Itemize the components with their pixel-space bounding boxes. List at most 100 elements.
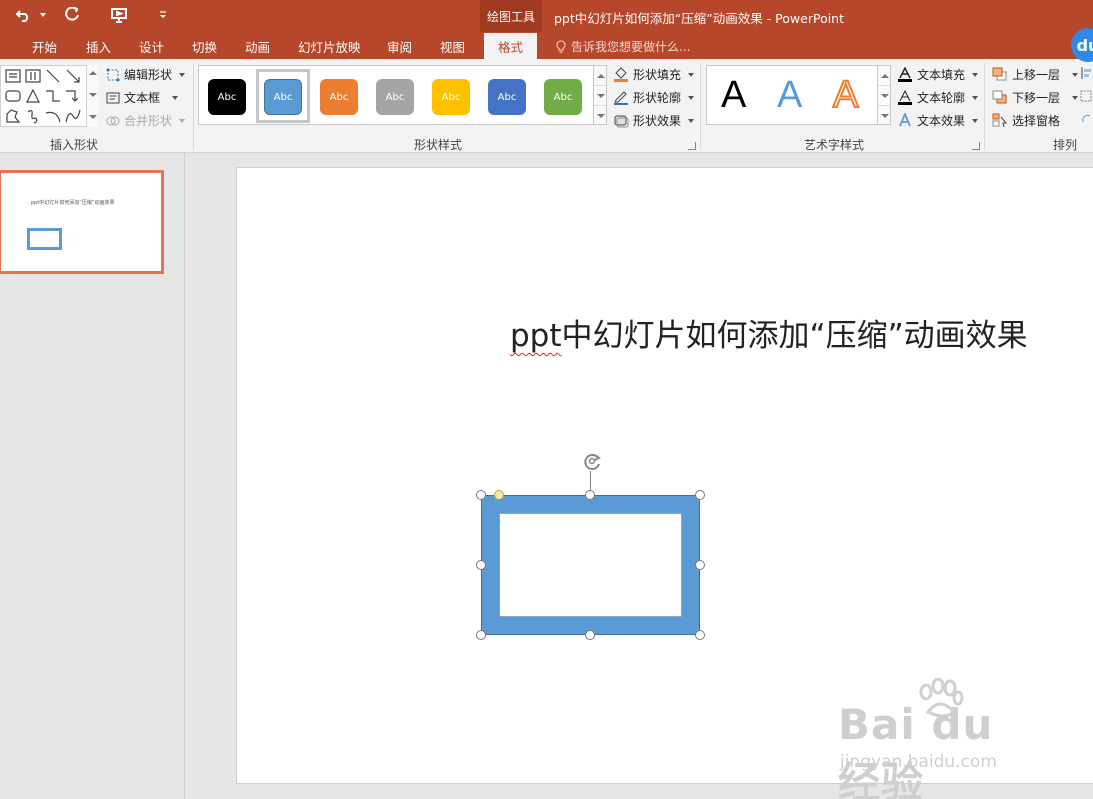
- shape-effects-button[interactable]: 形状效果: [613, 112, 695, 129]
- styles-gallery-scroll[interactable]: [593, 65, 607, 125]
- arrow-shape-icon[interactable]: [65, 68, 81, 84]
- resize-handle-left[interactable]: [476, 560, 486, 570]
- context-tools-label: 绘图工具: [480, 0, 542, 32]
- rotate-handle-icon[interactable]: [580, 449, 604, 473]
- selected-frame-shape[interactable]: [476, 454, 705, 640]
- resize-handle-bottom-left[interactable]: [476, 630, 486, 640]
- shape-effects-icon: [614, 115, 629, 128]
- shape-styles-gallery[interactable]: Abc Abc Abc Abc Abc Abc Abc: [198, 65, 594, 125]
- text-fill-button[interactable]: 文本填充: [897, 66, 979, 83]
- rounded-rect-shape-icon[interactable]: [5, 88, 21, 104]
- bring-forward-button[interactable]: 上移一层: [992, 66, 1079, 83]
- expand-gallery-icon[interactable]: [89, 115, 97, 119]
- wordart-style-orange-outline[interactable]: A: [832, 73, 859, 117]
- text-box-button[interactable]: 文本框: [106, 89, 179, 106]
- resize-handle-right[interactable]: [695, 560, 705, 570]
- pen-icon: [614, 91, 628, 105]
- send-backward-label: 下移一层: [1012, 91, 1061, 105]
- scroll-up-icon[interactable]: [881, 74, 889, 78]
- resize-handle-bottom[interactable]: [585, 630, 595, 640]
- style-swatch-gray[interactable]: Abc: [376, 79, 414, 115]
- style-swatch-gold[interactable]: Abc: [432, 79, 470, 115]
- group-button[interactable]: [1080, 89, 1092, 103]
- shape-outline-button[interactable]: 形状轮廓: [613, 89, 695, 106]
- triangle-shape-icon[interactable]: [25, 88, 41, 104]
- tab-review[interactable]: 审阅: [387, 37, 412, 56]
- curve-shape-icon[interactable]: [65, 108, 81, 124]
- text-outline-button[interactable]: 文本轮廓: [897, 89, 979, 106]
- wordart-style-black[interactable]: A: [721, 74, 746, 117]
- selection-pane-label: 选择窗格: [1012, 114, 1061, 128]
- tab-view[interactable]: 视图: [440, 37, 465, 56]
- resize-handle-top-left[interactable]: [476, 490, 486, 500]
- adjustment-handle[interactable]: [494, 490, 504, 500]
- swatch-label: Abc: [217, 91, 237, 103]
- scroll-up-icon[interactable]: [89, 71, 97, 75]
- text-box-icon: [106, 92, 120, 103]
- scroll-up-icon[interactable]: [597, 74, 605, 78]
- edit-shape-button[interactable]: 编辑形状: [106, 66, 186, 83]
- text-outline-icon: [898, 90, 912, 105]
- arc-shape-icon[interactable]: [45, 108, 61, 124]
- tab-home[interactable]: 开始: [32, 37, 57, 56]
- tab-transitions[interactable]: 切换: [192, 37, 217, 56]
- shapes-gallery-scroll[interactable]: [86, 65, 98, 127]
- wordart-styles-gallery[interactable]: A A A: [706, 65, 878, 125]
- freeform-shape-icon[interactable]: [5, 108, 21, 124]
- vertical-textbox-shape-icon[interactable]: [25, 68, 41, 84]
- rotate-button[interactable]: [1080, 112, 1092, 126]
- style-swatch-green[interactable]: Abc: [544, 79, 582, 115]
- elbow-connector-icon[interactable]: [45, 88, 61, 104]
- expand-gallery-icon[interactable]: [597, 114, 605, 118]
- scribble-shape-icon[interactable]: [25, 108, 41, 124]
- undo-button[interactable]: [10, 4, 36, 26]
- thumbnail-shape: [27, 228, 62, 250]
- bring-forward-icon: [992, 67, 1007, 81]
- tell-me-box[interactable]: 告诉我您想要做什么...: [556, 38, 690, 55]
- style-swatch-dark-blue[interactable]: Abc: [488, 79, 526, 115]
- chevron-down-icon: [688, 118, 695, 123]
- customize-qat-button[interactable]: [150, 4, 176, 26]
- textbox-shape-icon[interactable]: [5, 68, 21, 84]
- wordart-gallery-scroll[interactable]: [877, 65, 891, 125]
- resize-handle-top[interactable]: [585, 490, 595, 500]
- tab-format[interactable]: 格式: [484, 33, 538, 59]
- scroll-down-icon[interactable]: [881, 94, 889, 98]
- start-slideshow-button[interactable]: [106, 4, 132, 26]
- slide-title-ppt: ppt: [510, 318, 562, 354]
- tab-animations[interactable]: 动画: [245, 37, 270, 56]
- undo-dropdown[interactable]: [38, 4, 48, 26]
- shape-styles-group-label: 形状样式: [414, 138, 463, 152]
- shapes-gallery[interactable]: [0, 65, 98, 127]
- selection-pane-button[interactable]: 选择窗格: [992, 112, 1060, 129]
- expand-gallery-icon[interactable]: [881, 114, 889, 118]
- resize-handle-bottom-right[interactable]: [695, 630, 705, 640]
- tab-design[interactable]: 设计: [139, 37, 164, 56]
- selection-pane-icon: [992, 113, 1008, 128]
- shape-styles-dialog-launcher-icon[interactable]: [688, 142, 696, 150]
- window-title: ppt中幻灯片如何添加“压缩”动画效果 - PowerPoint: [554, 11, 845, 26]
- wordart-style-blue[interactable]: A: [777, 74, 802, 117]
- wordart-dialog-launcher-icon[interactable]: [972, 142, 980, 150]
- line-shape-icon[interactable]: [45, 68, 61, 84]
- style-swatch-black[interactable]: Abc: [208, 79, 246, 115]
- insert-shapes-group-label: 插入形状: [50, 138, 99, 152]
- slideshow-icon: [111, 8, 127, 23]
- text-effects-button[interactable]: 文本效果: [897, 112, 979, 129]
- slide-thumbnail-1[interactable]: ppt中幻灯片如何添加“压缩”动画效果: [0, 170, 164, 274]
- shape-fill-button[interactable]: 形状填充: [613, 66, 695, 83]
- tab-slideshow[interactable]: 幻灯片放映: [298, 37, 361, 56]
- send-backward-button[interactable]: 下移一层: [992, 89, 1079, 106]
- elbow-arrow-connector-icon[interactable]: [65, 88, 81, 104]
- redo-button[interactable]: [60, 4, 86, 26]
- style-swatch-blue[interactable]: Abc: [264, 79, 302, 115]
- resize-handle-top-right[interactable]: [695, 490, 705, 500]
- scroll-down-icon[interactable]: [89, 93, 97, 97]
- align-button[interactable]: [1080, 66, 1092, 80]
- merge-shapes-button[interactable]: 合并形状: [106, 112, 186, 129]
- slide-title[interactable]: ppt中幻灯片如何添加“压缩”动画效果: [510, 310, 1028, 355]
- title-bar: 绘图工具 ppt中幻灯片如何添加“压缩”动画效果 - PowerPoint: [0, 0, 1093, 32]
- tab-insert[interactable]: 插入: [86, 37, 111, 56]
- style-swatch-orange[interactable]: Abc: [320, 79, 358, 115]
- scroll-down-icon[interactable]: [597, 94, 605, 98]
